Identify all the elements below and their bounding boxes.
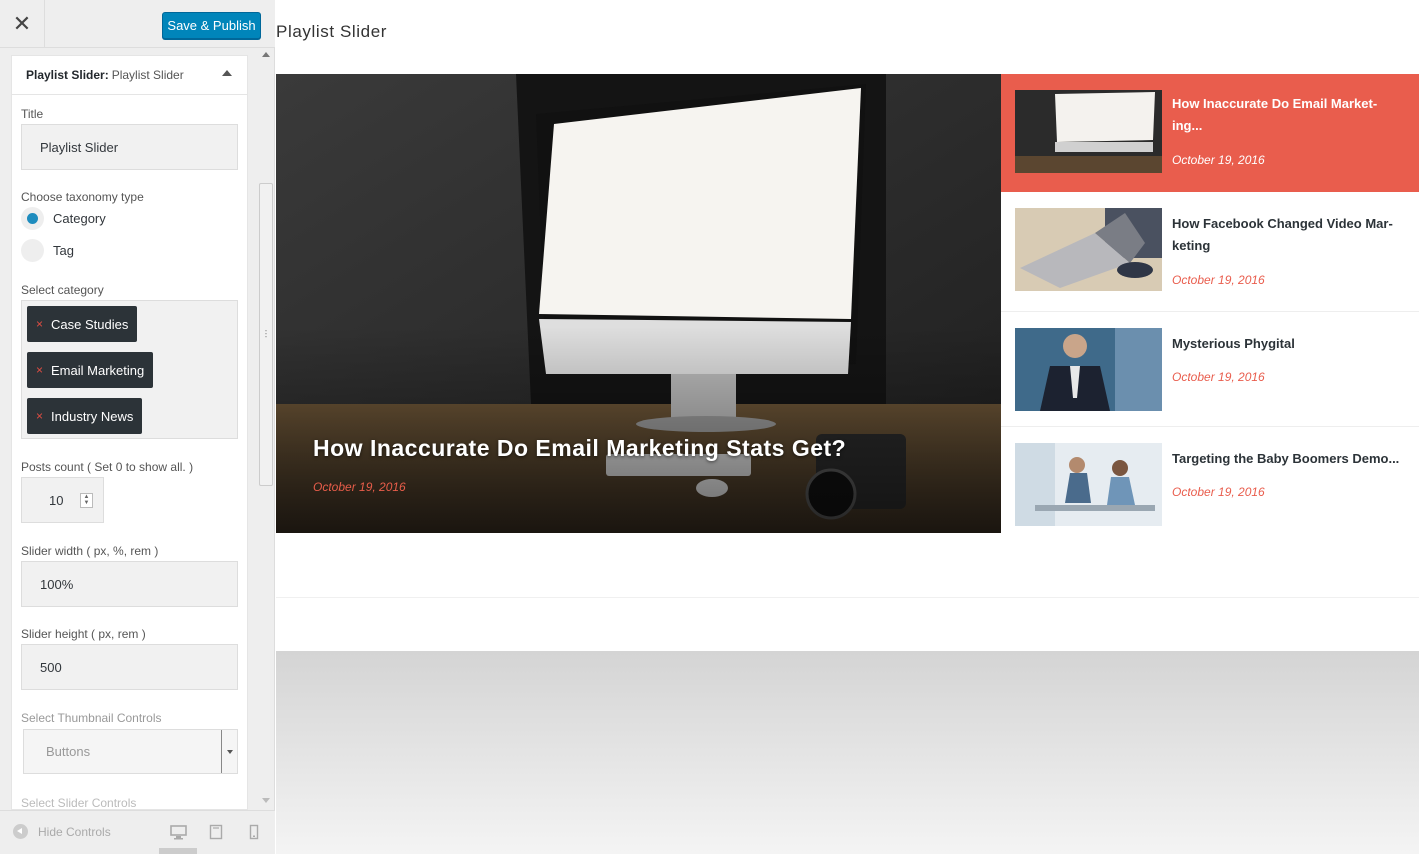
widget-title: Playlist Slider	[276, 22, 388, 41]
tablet-icon[interactable]	[209, 824, 223, 840]
post-date: October 19, 2016	[1172, 153, 1265, 167]
hero-title[interactable]: How Inaccurate Do Email Marketing Stats …	[313, 435, 846, 462]
post-title[interactable]: How Inaccurate Do Email Market- ing...	[1172, 93, 1412, 137]
posts-count-stepper[interactable]: 10 ▲ ▼	[21, 477, 104, 523]
widget-type-label: Playlist Slider:	[26, 68, 109, 82]
hero-slide[interactable]: How Inaccurate Do Email Marketing Stats …	[276, 74, 1001, 533]
grip-icon: ---	[264, 326, 268, 341]
scroll-up-icon[interactable]	[262, 52, 270, 57]
thumbnail-controls-value: Buttons	[46, 744, 91, 759]
playlist-item[interactable]: How Facebook Changed Video Mar- keting O…	[1001, 192, 1419, 312]
close-icon[interactable]: ✕	[0, 0, 45, 48]
dropdown-button[interactable]	[221, 730, 237, 773]
chevron-up-icon[interactable]	[222, 70, 232, 76]
device-indicator	[159, 848, 197, 854]
desktop-icon[interactable]	[170, 824, 187, 840]
hero-date: October 19, 2016	[313, 480, 406, 494]
collapse-left-icon	[13, 824, 28, 839]
site-preview: Playlist Slider How Inaccurate Do Email …	[276, 0, 1419, 854]
post-thumbnail[interactable]	[1015, 443, 1162, 526]
spinner-arrows-icon[interactable]: ▲ ▼	[80, 493, 93, 508]
save-publish-button[interactable]: Save & Publish	[162, 12, 261, 39]
widget-name-label: Playlist Slider	[111, 68, 184, 82]
slider-width-label: Slider width ( px, %, rem )	[21, 544, 159, 558]
chevron-down-icon	[226, 749, 233, 754]
customizer-footer: Hide Controls	[0, 810, 275, 854]
post-thumbnail[interactable]	[1015, 90, 1162, 173]
customizer-sidebar: ✕ Save & Publish Playlist Slider: Playli…	[0, 0, 275, 854]
content-divider	[276, 597, 1419, 598]
taxonomy-option-label: Tag	[53, 243, 74, 258]
taxonomy-label: Choose taxonomy type	[21, 190, 144, 204]
category-chip[interactable]: × Email Marketing	[27, 352, 154, 388]
hero-image	[276, 74, 1001, 533]
post-date: October 19, 2016	[1172, 370, 1265, 384]
post-thumbnail-image	[1015, 90, 1162, 173]
widget-panel-header[interactable]: Playlist Slider: Playlist Slider	[12, 56, 247, 95]
remove-icon[interactable]: ×	[36, 409, 43, 423]
post-title[interactable]: Targeting the Baby Boomers Demo...	[1172, 448, 1412, 470]
mobile-icon[interactable]	[249, 824, 259, 840]
post-thumbnail-image	[1015, 443, 1162, 526]
category-label: Select category	[21, 283, 104, 297]
hide-controls-label: Hide Controls	[38, 824, 111, 839]
site-footer	[276, 651, 1419, 854]
slider-width-input[interactable]: 100%	[21, 561, 238, 607]
category-chip-label: Email Marketing	[51, 362, 145, 378]
radio-unchecked-icon[interactable]	[21, 239, 44, 262]
thumbnail-controls-label: Select Thumbnail Controls	[21, 711, 162, 725]
slider-height-input[interactable]: 500	[21, 644, 238, 690]
category-chip-label: Industry News	[51, 408, 134, 424]
title-label: Title	[21, 107, 44, 121]
playlist-item[interactable]: Mysterious Phygital October 19, 2016	[1001, 312, 1419, 427]
category-chip-label: Case Studies	[51, 316, 129, 332]
playlist-item[interactable]: Targeting the Baby Boomers Demo... Octob…	[1001, 427, 1419, 534]
post-date: October 19, 2016	[1172, 273, 1265, 287]
posts-count-label: Posts count ( Set 0 to show all. )	[21, 460, 194, 474]
posts-count-value[interactable]: 10	[49, 493, 63, 508]
thumbnail-controls-select[interactable]: Buttons	[23, 729, 238, 774]
category-chip[interactable]: × Case Studies	[27, 306, 138, 342]
scroll-down-icon[interactable]	[262, 798, 270, 803]
post-title[interactable]: How Facebook Changed Video Mar- keting	[1172, 213, 1412, 257]
playlist-item[interactable]: How Inaccurate Do Email Market- ing... O…	[1001, 74, 1419, 192]
category-chip[interactable]: × Industry News	[27, 398, 143, 434]
post-thumbnail-image	[1015, 208, 1162, 291]
customizer-header: ✕ Save & Publish	[0, 0, 275, 48]
taxonomy-option-category[interactable]: Category	[21, 207, 106, 230]
post-thumbnail[interactable]	[1015, 208, 1162, 291]
taxonomy-option-tag[interactable]: Tag	[21, 239, 74, 262]
remove-icon[interactable]: ×	[36, 363, 43, 377]
post-date: October 19, 2016	[1172, 485, 1265, 499]
taxonomy-option-label: Category	[53, 211, 106, 226]
remove-icon[interactable]: ×	[36, 317, 43, 331]
hide-controls-button[interactable]: Hide Controls	[13, 824, 111, 839]
slider-controls-label: Select Slider Controls	[21, 796, 137, 810]
category-multiselect[interactable]: × Case Studies × Email Marketing × Indus…	[21, 300, 238, 439]
title-input[interactable]: Playlist Slider	[21, 124, 238, 170]
post-thumbnail[interactable]	[1015, 328, 1162, 411]
radio-checked-icon[interactable]	[21, 207, 44, 230]
slider-height-label: Slider height ( px, rem )	[21, 627, 146, 641]
post-thumbnail-image	[1015, 328, 1162, 411]
playlist: How Inaccurate Do Email Market- ing... O…	[1001, 74, 1419, 534]
post-title[interactable]: Mysterious Phygital	[1172, 333, 1412, 355]
widget-settings-panel: Playlist Slider: Playlist Slider Title P…	[11, 55, 248, 810]
